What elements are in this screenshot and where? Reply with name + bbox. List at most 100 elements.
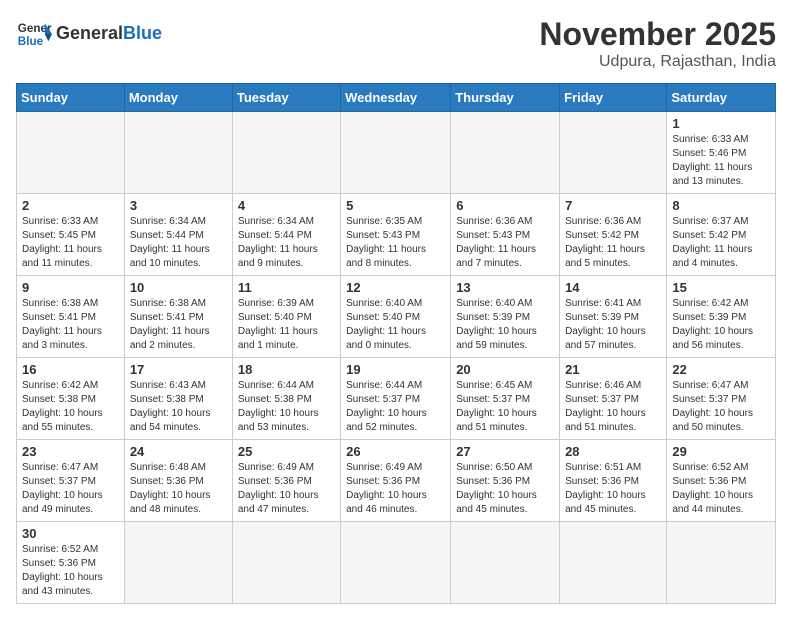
calendar-cell xyxy=(124,112,232,194)
day-header-thursday: Thursday xyxy=(451,84,560,112)
day-number: 12 xyxy=(346,280,445,295)
day-number: 13 xyxy=(456,280,554,295)
calendar-week-row: 1Sunrise: 6:33 AM Sunset: 5:46 PM Daylig… xyxy=(17,112,776,194)
day-number: 2 xyxy=(22,198,119,213)
calendar-cell: 5 Sunrise: 6:35 AM Sunset: 5:43 PM Daylig… xyxy=(341,194,451,276)
day-header-monday: Monday xyxy=(124,84,232,112)
day-info: Sunrise: 6:47 AM Sunset: 5:37 PM Dayligh… xyxy=(22,461,119,517)
day-info: Sunrise: 6:51 AM Sunset: 5:36 PM Dayligh… xyxy=(565,461,661,517)
day-number: 9 xyxy=(22,280,119,295)
calendar-cell: 23 Sunrise: 6:47 AM Sunset: 5:37 PM Dayli… xyxy=(17,440,125,522)
logo-text: GeneralBlue xyxy=(56,24,162,44)
calendar-cell: 29Sunrise: 6:52 AM Sunset: 5:36 PM Dayli… xyxy=(667,440,776,522)
calendar-table: SundayMondayTuesdayWednesdayThursdayFrid… xyxy=(16,83,776,604)
day-info: Sunrise: 6:40 AM Sunset: 5:39 PM Dayligh… xyxy=(456,297,554,353)
calendar-cell: 16 Sunrise: 6:42 AM Sunset: 5:38 PM Dayli… xyxy=(17,358,125,440)
calendar-cell xyxy=(232,112,340,194)
day-info: Sunrise: 6:36 AM Sunset: 5:43 PM Dayligh… xyxy=(456,215,554,271)
calendar-cell xyxy=(560,112,667,194)
day-number: 30 xyxy=(22,526,119,541)
calendar-cell: 7 Sunrise: 6:36 AM Sunset: 5:42 PM Daylig… xyxy=(560,194,667,276)
day-number: 4 xyxy=(238,198,335,213)
location: Udpura, Rajasthan, India xyxy=(539,53,776,71)
day-header-friday: Friday xyxy=(560,84,667,112)
day-number: 5 xyxy=(346,198,445,213)
day-info: Sunrise: 6:44 AM Sunset: 5:37 PM Dayligh… xyxy=(346,379,445,435)
calendar-cell: 11Sunrise: 6:39 AM Sunset: 5:40 PM Dayli… xyxy=(232,276,340,358)
day-number: 3 xyxy=(130,198,227,213)
calendar-header-row: SundayMondayTuesdayWednesdayThursdayFrid… xyxy=(17,84,776,112)
calendar-cell: 30 Sunrise: 6:52 AM Sunset: 5:36 PM Dayli… xyxy=(17,522,125,604)
calendar-cell: 4 Sunrise: 6:34 AM Sunset: 5:44 PM Daylig… xyxy=(232,194,340,276)
calendar-cell: 18 Sunrise: 6:44 AM Sunset: 5:38 PM Dayli… xyxy=(232,358,340,440)
day-number: 14 xyxy=(565,280,661,295)
logo: General Blue GeneralBlue xyxy=(16,16,162,52)
day-info: Sunrise: 6:36 AM Sunset: 5:42 PM Dayligh… xyxy=(565,215,661,271)
day-number: 15 xyxy=(672,280,770,295)
day-number: 10 xyxy=(130,280,227,295)
day-number: 26 xyxy=(346,444,445,459)
day-info: Sunrise: 6:42 AM Sunset: 5:39 PM Dayligh… xyxy=(672,297,770,353)
day-info: Sunrise: 6:49 AM Sunset: 5:36 PM Dayligh… xyxy=(238,461,335,517)
calendar-cell: 14 Sunrise: 6:41 AM Sunset: 5:39 PM Dayli… xyxy=(560,276,667,358)
day-info: Sunrise: 6:33 AM Sunset: 5:45 PM Dayligh… xyxy=(22,215,119,271)
calendar-cell: 1Sunrise: 6:33 AM Sunset: 5:46 PM Daylig… xyxy=(667,112,776,194)
day-number: 6 xyxy=(456,198,554,213)
day-number: 25 xyxy=(238,444,335,459)
day-number: 21 xyxy=(565,362,661,377)
calendar-week-row: 2 Sunrise: 6:33 AM Sunset: 5:45 PM Daylig… xyxy=(17,194,776,276)
calendar-cell: 3Sunrise: 6:34 AM Sunset: 5:44 PM Daylig… xyxy=(124,194,232,276)
day-info: Sunrise: 6:38 AM Sunset: 5:41 PM Dayligh… xyxy=(22,297,119,353)
calendar-cell xyxy=(341,112,451,194)
day-number: 23 xyxy=(22,444,119,459)
calendar-cell: 9 Sunrise: 6:38 AM Sunset: 5:41 PM Daylig… xyxy=(17,276,125,358)
calendar-cell xyxy=(17,112,125,194)
month-title: November 2025 xyxy=(539,16,776,53)
calendar-cell: 2 Sunrise: 6:33 AM Sunset: 5:45 PM Daylig… xyxy=(17,194,125,276)
calendar-cell: 28 Sunrise: 6:51 AM Sunset: 5:36 PM Dayli… xyxy=(560,440,667,522)
day-header-tuesday: Tuesday xyxy=(232,84,340,112)
calendar-cell: 6 Sunrise: 6:36 AM Sunset: 5:43 PM Daylig… xyxy=(451,194,560,276)
calendar-week-row: 30 Sunrise: 6:52 AM Sunset: 5:36 PM Dayli… xyxy=(17,522,776,604)
day-info: Sunrise: 6:34 AM Sunset: 5:44 PM Dayligh… xyxy=(238,215,335,271)
calendar-cell: 25 Sunrise: 6:49 AM Sunset: 5:36 PM Dayli… xyxy=(232,440,340,522)
day-number: 28 xyxy=(565,444,661,459)
day-info: Sunrise: 6:41 AM Sunset: 5:39 PM Dayligh… xyxy=(565,297,661,353)
calendar-week-row: 23 Sunrise: 6:47 AM Sunset: 5:37 PM Dayli… xyxy=(17,440,776,522)
calendar-cell: 27 Sunrise: 6:50 AM Sunset: 5:36 PM Dayli… xyxy=(451,440,560,522)
day-number: 7 xyxy=(565,198,661,213)
logo-icon: General Blue xyxy=(16,16,52,52)
day-info: Sunrise: 6:39 AM Sunset: 5:40 PM Dayligh… xyxy=(238,297,335,353)
calendar-cell xyxy=(232,522,340,604)
calendar-cell: 22 Sunrise: 6:47 AM Sunset: 5:37 PM Dayli… xyxy=(667,358,776,440)
day-info: Sunrise: 6:42 AM Sunset: 5:38 PM Dayligh… xyxy=(22,379,119,435)
calendar-cell: 10Sunrise: 6:38 AM Sunset: 5:41 PM Dayli… xyxy=(124,276,232,358)
calendar-cell xyxy=(341,522,451,604)
day-info: Sunrise: 6:40 AM Sunset: 5:40 PM Dayligh… xyxy=(346,297,445,353)
day-info: Sunrise: 6:48 AM Sunset: 5:36 PM Dayligh… xyxy=(130,461,227,517)
day-info: Sunrise: 6:44 AM Sunset: 5:38 PM Dayligh… xyxy=(238,379,335,435)
day-header-wednesday: Wednesday xyxy=(341,84,451,112)
calendar-cell: 12 Sunrise: 6:40 AM Sunset: 5:40 PM Dayli… xyxy=(341,276,451,358)
day-number: 24 xyxy=(130,444,227,459)
day-number: 18 xyxy=(238,362,335,377)
day-info: Sunrise: 6:47 AM Sunset: 5:37 PM Dayligh… xyxy=(672,379,770,435)
day-info: Sunrise: 6:49 AM Sunset: 5:36 PM Dayligh… xyxy=(346,461,445,517)
day-number: 22 xyxy=(672,362,770,377)
page-header: General Blue GeneralBlue November 2025 U… xyxy=(16,16,776,71)
day-info: Sunrise: 6:37 AM Sunset: 5:42 PM Dayligh… xyxy=(672,215,770,271)
calendar-cell: 20Sunrise: 6:45 AM Sunset: 5:37 PM Dayli… xyxy=(451,358,560,440)
day-number: 20 xyxy=(456,362,554,377)
day-info: Sunrise: 6:35 AM Sunset: 5:43 PM Dayligh… xyxy=(346,215,445,271)
day-info: Sunrise: 6:52 AM Sunset: 5:36 PM Dayligh… xyxy=(672,461,770,517)
calendar-cell: 13 Sunrise: 6:40 AM Sunset: 5:39 PM Dayli… xyxy=(451,276,560,358)
day-info: Sunrise: 6:46 AM Sunset: 5:37 PM Dayligh… xyxy=(565,379,661,435)
day-number: 27 xyxy=(456,444,554,459)
day-info: Sunrise: 6:52 AM Sunset: 5:36 PM Dayligh… xyxy=(22,543,119,599)
day-number: 16 xyxy=(22,362,119,377)
day-info: Sunrise: 6:43 AM Sunset: 5:38 PM Dayligh… xyxy=(130,379,227,435)
calendar-cell: 21 Sunrise: 6:46 AM Sunset: 5:37 PM Dayli… xyxy=(560,358,667,440)
calendar-week-row: 16 Sunrise: 6:42 AM Sunset: 5:38 PM Dayli… xyxy=(17,358,776,440)
calendar-week-row: 9 Sunrise: 6:38 AM Sunset: 5:41 PM Daylig… xyxy=(17,276,776,358)
day-info: Sunrise: 6:50 AM Sunset: 5:36 PM Dayligh… xyxy=(456,461,554,517)
